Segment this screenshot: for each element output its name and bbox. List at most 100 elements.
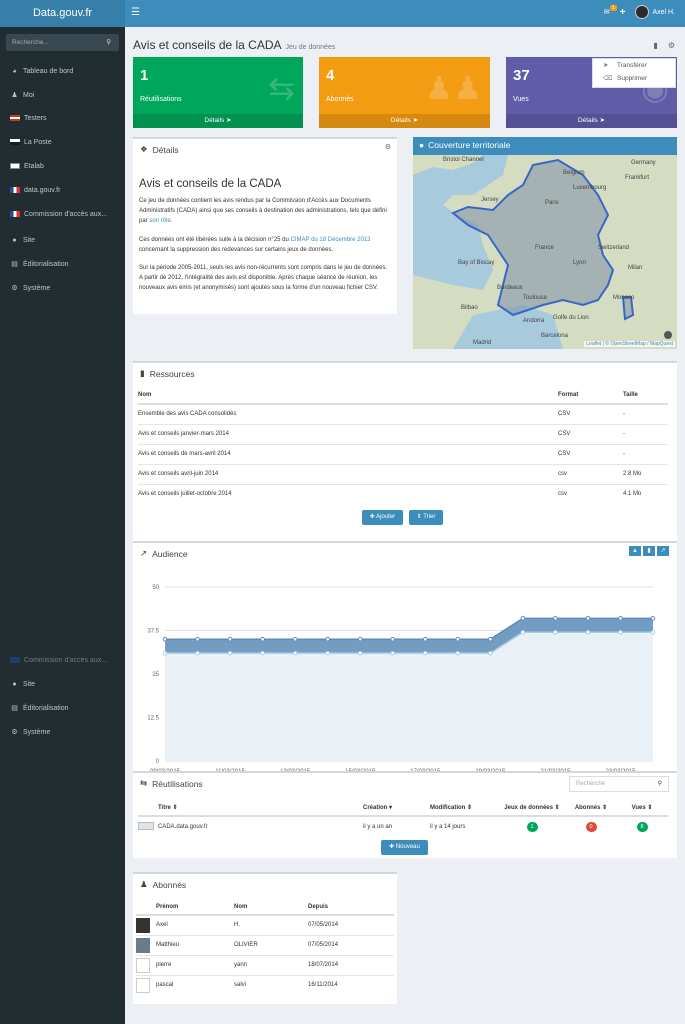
- reuse-title: CADA.data.gouv.fr: [158, 815, 363, 836]
- table-row[interactable]: Avis et conseils de mars-avril 2014 CSV -: [138, 443, 668, 464]
- reuse-created: il y a un an: [363, 815, 430, 836]
- column-header[interactable]: Création ▾: [363, 800, 430, 817]
- hamburger-icon[interactable]: ☰: [131, 7, 140, 18]
- dropdown-item-transfer[interactable]: ➤ Transférer: [593, 59, 675, 72]
- data-point: [650, 629, 656, 635]
- map-label: Andorra: [523, 318, 545, 324]
- datasets-badge: 1: [526, 821, 538, 832]
- search-icon: ⚲: [657, 781, 662, 787]
- sidebar-item-label: Commission d'accès aux...: [24, 657, 108, 663]
- gear-icon[interactable]: ⚙: [668, 41, 675, 50]
- column-header[interactable]: Modification ⇕: [430, 800, 498, 817]
- y-tick-label: 50: [152, 585, 159, 591]
- table-row[interactable]: Avis et conseils juillet-octobre 2014 csv…: [138, 483, 668, 504]
- sidebar-item-moi[interactable]: ♟ Moi: [10, 89, 34, 101]
- sidebar-item-label: Moi: [23, 91, 35, 99]
- table-row[interactable]: CADA.data.gouv.fr il y a un an il y a 14…: [138, 815, 668, 836]
- paragraph-text: Ce jeu de données contient les avis rend…: [139, 198, 387, 224]
- page-title-text: Avis et conseils de la CADA: [133, 38, 282, 52]
- users-icon: ♟: [140, 879, 148, 889]
- table-row[interactable]: pascal salvi 16/11/2014: [136, 974, 394, 995]
- column-header: Format: [558, 387, 623, 405]
- coverage-map[interactable]: Bristol Channel Belgium Germany Frankfur…: [413, 155, 677, 349]
- table-row[interactable]: pierre yann 18/07/2014: [136, 954, 394, 975]
- role-link[interactable]: son rôle: [149, 218, 170, 224]
- map-attribution[interactable]: Leaflet | © OpenStreetMap / MapQuest: [584, 341, 675, 347]
- dropdown-item-delete[interactable]: ⌫ Supprimer: [593, 72, 675, 85]
- sidebar-item-site[interactable]: ● Site: [10, 234, 35, 246]
- data-point: [390, 636, 396, 642]
- sidebar-item-label: Etalab: [24, 162, 44, 170]
- column-label: Création: [363, 805, 388, 811]
- resources-header: ▮ Ressources: [140, 368, 195, 379]
- mail-button[interactable]: ✉ 1: [604, 5, 617, 16]
- newspaper-icon: ▤: [11, 261, 18, 268]
- sidebar-ghost-site[interactable]: ● Site: [10, 678, 35, 690]
- sidebar-item-label: Système: [23, 728, 51, 736]
- sidebar-item-etalab[interactable]: Etalab: [10, 160, 44, 172]
- sidebar-item-systeme[interactable]: ⚙ Système: [10, 282, 50, 294]
- table-row[interactable]: Ensemble des avis CADA consolidés CSV -: [138, 403, 668, 424]
- tile-value: 37: [513, 67, 530, 84]
- column-header[interactable]: Titre ⇕: [158, 800, 363, 817]
- retweet-icon: ⇆: [140, 778, 148, 788]
- plus-icon[interactable]: +: [620, 7, 626, 18]
- reuses-header: ⇆ Réutilisations: [140, 778, 203, 789]
- sidebar-item-dashboard[interactable]: ◕ Tableau de bord: [10, 65, 73, 77]
- sort-icon: ⇕: [467, 805, 473, 811]
- sidebar-ghost-editorial[interactable]: ▤ Éditorialisation: [10, 702, 68, 714]
- dropdown-label: Supprimer: [617, 75, 647, 82]
- sort-desc-icon: ▾: [389, 805, 393, 811]
- table-row[interactable]: Matthieu OLIVIER 07/05/2014: [136, 934, 394, 955]
- sidebar-item-cada[interactable]: Commission d'accès aux...: [10, 208, 107, 220]
- map-label: Milan: [628, 265, 643, 271]
- table-row[interactable]: Axel H. 07/05/2014: [136, 914, 394, 935]
- tile-details-link[interactable]: Détails ➤: [506, 114, 677, 128]
- tile-details-link[interactable]: Détails ➤: [133, 114, 303, 128]
- tile-details-link[interactable]: Détails ➤: [319, 114, 490, 128]
- data-point: [585, 629, 591, 635]
- column-header-thumb: [138, 800, 158, 817]
- area-chart-icon[interactable]: ▲: [629, 546, 641, 556]
- table-row[interactable]: Avis et conseils janvier-mars 2014 CSV -: [138, 423, 668, 444]
- map-label: Bordeaux: [497, 285, 523, 291]
- sidebar-item-editorial[interactable]: ▤ Éditorialisation: [10, 258, 68, 270]
- resource-format: CSV: [558, 423, 623, 444]
- cimap-link[interactable]: CIMAP du 18 Décembre 2013: [291, 237, 371, 243]
- resource-name: Avis et conseils de mars-avril 2014: [138, 443, 558, 464]
- brand-logo[interactable]: Data.gouv.fr: [0, 0, 125, 27]
- tile-reuses: 1 Réutilisations ⇆ Détails ➤: [133, 57, 303, 128]
- table-row[interactable]: Avis et conseils avril-juin 2014 csv 2.8 M…: [138, 463, 668, 484]
- new-reuse-button[interactable]: ✚ Nouveau: [381, 840, 428, 855]
- sort-resources-button[interactable]: ⇕ Trier: [409, 510, 443, 525]
- bookmark-icon[interactable]: ▮: [653, 41, 657, 50]
- data-point: [292, 650, 298, 656]
- line-chart-icon[interactable]: ↗: [657, 546, 669, 556]
- column-header: Prénom: [156, 899, 234, 916]
- map-label: Golfe du Lion: [553, 315, 589, 321]
- user-menu[interactable]: Axel H.: [635, 5, 675, 19]
- follower-since: 07/05/2014: [308, 914, 394, 935]
- resource-size: 2.8 Mo: [623, 463, 668, 484]
- reuses-search-input[interactable]: Recherche ⚲: [569, 776, 669, 792]
- audience-chart[interactable]: 012.52537.55009/03/201511/03/201513/03/2…: [133, 565, 677, 780]
- add-resource-button[interactable]: ✚ Ajouter: [362, 510, 403, 525]
- thumbnail-image: [138, 821, 154, 830]
- data-point: [195, 650, 200, 656]
- data-point: [260, 650, 265, 656]
- map-locate-icon[interactable]: [664, 331, 672, 339]
- sidebar-item-laposte[interactable]: La Poste: [10, 136, 52, 148]
- sidebar-item-datagouv[interactable]: data.gouv.fr: [10, 184, 60, 196]
- tile-footer-label: Détails: [390, 117, 411, 124]
- bar-chart-icon[interactable]: ▮: [643, 546, 655, 556]
- sidebar-ghost-systeme[interactable]: ⚙ Système: [10, 726, 50, 738]
- column-header[interactable]: Jeux de données ⇕: [498, 800, 566, 817]
- sidebar-item-testers[interactable]: Testers: [10, 112, 47, 124]
- tile-value: 4: [326, 67, 335, 84]
- search-input[interactable]: Recherche... ⚲: [6, 34, 119, 51]
- column-header[interactable]: Abonnés ⇕: [566, 800, 616, 817]
- avatar: [136, 917, 150, 933]
- gear-icon[interactable]: ⚙: [385, 143, 391, 151]
- column-header[interactable]: Vues ⇕: [616, 800, 668, 817]
- avatar-placeholder-icon: [136, 977, 150, 993]
